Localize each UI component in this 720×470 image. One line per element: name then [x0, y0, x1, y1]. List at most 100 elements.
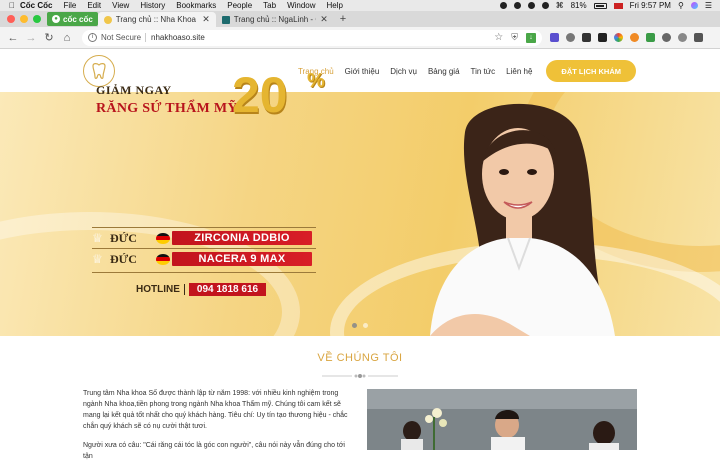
reload-icon[interactable]: ↻ [40, 31, 58, 44]
download-icon[interactable]: ↓ [526, 32, 536, 43]
nav-contact[interactable]: Liên hệ [506, 67, 532, 76]
nav-about[interactable]: Giới thiệu [345, 67, 380, 76]
flag-icon[interactable] [613, 2, 623, 9]
slider-dots [352, 323, 368, 328]
hotline-phone[interactable]: 094 1818 616 [188, 283, 267, 296]
wifi-icon[interactable]: ⌘ [556, 1, 564, 10]
apple-icon[interactable]:  [4, 1, 20, 10]
menu-file[interactable]: File [63, 1, 76, 10]
omnibox-divider [145, 33, 147, 42]
site-nav: Trang chủ Giới thiệu Dịch vụ Bảng giá Ti… [298, 67, 532, 76]
battery-percent: 81% [570, 1, 587, 10]
tab-nha-khoa[interactable]: Trang chủ :: Nha Khoa Thẩm ✕ [97, 12, 216, 27]
tab-title: Trang chủ :: NgaLinh - Chuy... [233, 15, 316, 24]
battery-icon[interactable] [593, 2, 607, 9]
download-status-icon[interactable] [694, 33, 703, 42]
browser-tabstrip: ● cốc cốc Trang chủ :: Nha Khoa Thẩm ✕ T… [0, 11, 720, 27]
forward-arrow-icon[interactable]: → [22, 32, 40, 44]
menu-history[interactable]: History [140, 1, 165, 10]
tab-title: Trang chủ :: Nha Khoa Thẩm [115, 15, 198, 24]
coccoc-brand-button[interactable]: ● cốc cốc [47, 12, 98, 26]
tab-close-icon[interactable]: ✕ [202, 14, 210, 25]
nav-services[interactable]: Dịch vụ [390, 67, 417, 76]
shield-icon[interactable]: ⛨ [511, 32, 518, 43]
about-paragraph-2: Người xưa có câu: "Cái răng cái tóc là g… [83, 442, 345, 460]
extension-icon-5[interactable] [614, 33, 623, 42]
menu-people[interactable]: People [227, 1, 252, 10]
tooth-icon: ♕ [92, 231, 103, 245]
tab-favicon-icon [103, 15, 112, 24]
bookmark-star-icon[interactable]: ☆ [494, 32, 503, 43]
close-window-button[interactable] [7, 15, 15, 23]
menu-window[interactable]: Window [287, 1, 315, 10]
tab-favicon-icon [221, 15, 230, 24]
not-secure-label[interactable]: Not Secure [101, 33, 141, 42]
tooth-icon: ♕ [92, 252, 103, 266]
tooth-logo-icon [92, 63, 106, 79]
promo-headline: GIẢM NGAY [96, 83, 172, 97]
coccoc-brand-label: cốc cốc [63, 14, 93, 24]
product-divider [92, 248, 316, 249]
nav-news[interactable]: Tin tức [471, 67, 496, 76]
siri-icon[interactable] [690, 2, 698, 9]
menu-edit[interactable]: Edit [87, 1, 101, 10]
puzzle-extension-icon[interactable] [646, 33, 655, 42]
book-appointment-button[interactable]: ĐẶT LỊCH KHÁM [546, 60, 636, 82]
tab-ngalinh[interactable]: Trang chủ :: NgaLinh - Chuy... ✕ [216, 12, 334, 27]
menubar-status-area: ⌘ 81% Fri 9:57 PM ⚲ ☰ [499, 1, 720, 10]
product-divider [92, 227, 316, 228]
zoom-window-button[interactable] [33, 15, 41, 23]
profile-avatar-icon[interactable] [678, 33, 687, 42]
url-text[interactable]: nhakhoaso.site [151, 33, 205, 42]
menu-tab[interactable]: Tab [263, 1, 276, 10]
window-controls [0, 15, 47, 27]
about-section-title: VỀ CHÚNG TÔI [317, 352, 403, 364]
extension-icon-2[interactable] [566, 33, 575, 42]
product-row-2: ♕ ĐỨC NACERA 9 MAX [92, 251, 312, 267]
macos-menubar:  Cốc Cốc File Edit View History Bookmar… [0, 0, 720, 11]
extension-icon-6[interactable] [630, 33, 639, 42]
product-name: ZIRCONIA DDBIO [172, 231, 312, 245]
menu-dots-icon[interactable] [662, 33, 671, 42]
nav-pricing[interactable]: Bảng giá [428, 67, 460, 76]
home-icon[interactable]: ⌂ [58, 32, 76, 44]
new-tab-button[interactable]: + [334, 13, 352, 27]
section-divider [322, 374, 398, 378]
minimize-window-button[interactable] [20, 15, 28, 23]
product-origin: ĐỨC [110, 230, 137, 245]
info-icon[interactable]: i [88, 33, 97, 42]
slider-dot-1[interactable] [352, 323, 357, 328]
status-upload-icon[interactable] [541, 2, 549, 9]
coccoc-logo-icon: ● [52, 15, 60, 23]
extension-icon-4[interactable] [598, 33, 607, 42]
extension-icon-1[interactable] [550, 33, 559, 42]
slider-dot-2[interactable] [363, 323, 368, 328]
notification-center-icon[interactable]: ☰ [705, 1, 712, 10]
hotline-label: HOTLINE [136, 284, 185, 295]
address-bar[interactable]: i Not Secure nhakhoaso.site ☆ ⛨ ↓ [82, 29, 542, 46]
menu-view[interactable]: View [112, 1, 129, 10]
menu-help[interactable]: Help [327, 1, 343, 10]
tab-close-icon[interactable]: ✕ [320, 14, 328, 25]
germany-flag-icon [156, 253, 170, 265]
browser-toolbar: ← → ↻ ⌂ i Not Secure nhakhoaso.site ☆ ⛨ … [0, 27, 720, 49]
status-eye-icon[interactable] [527, 2, 535, 9]
menu-bookmarks[interactable]: Bookmarks [176, 1, 216, 10]
back-arrow-icon[interactable]: ← [4, 32, 22, 44]
smiling-woman-image [430, 103, 615, 336]
clinic-team-photo [367, 389, 637, 450]
status-app-icon[interactable] [499, 2, 507, 9]
discount-percent-sign: % [307, 70, 325, 92]
extension-icon-3[interactable] [582, 33, 591, 42]
spotlight-icon[interactable]: ⚲ [678, 1, 684, 10]
hotline: HOTLINE 094 1818 616 [136, 283, 267, 296]
about-text: Trung tâm Nha khoa Số được thành lập từ … [83, 388, 355, 470]
product-divider [92, 272, 316, 273]
status-play-icon[interactable] [513, 2, 521, 9]
extension-icons [550, 33, 703, 42]
product-row-1: ♕ ĐỨC ZIRCONIA DDBIO [92, 230, 312, 246]
product-name: NACERA 9 MAX [172, 252, 312, 266]
menu-app-name[interactable]: Cốc Cốc [20, 1, 52, 10]
discount-value: 20 [232, 67, 288, 123]
clock[interactable]: Fri 9:57 PM [630, 1, 671, 10]
